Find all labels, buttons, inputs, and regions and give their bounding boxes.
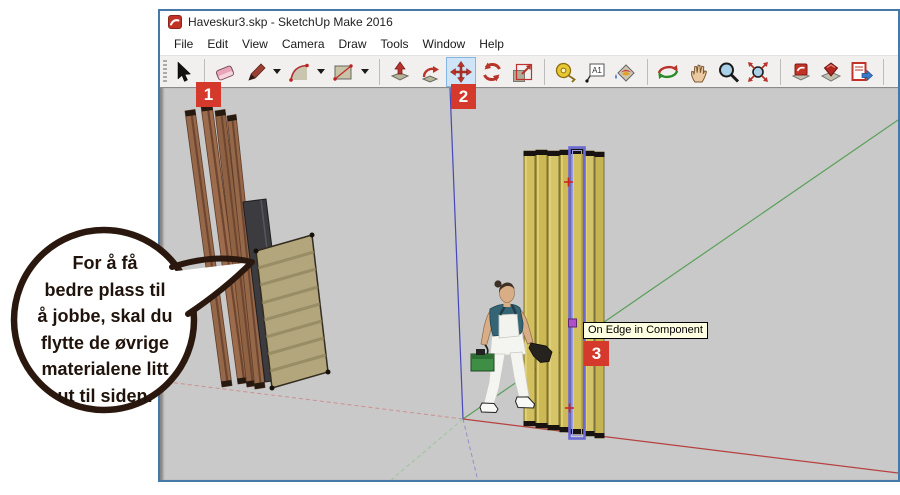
- rotate-tool-icon[interactable]: [478, 58, 506, 86]
- model-viewport[interactable]: [160, 88, 898, 480]
- stud: [535, 149, 548, 429]
- toolbar-separator: [379, 58, 380, 85]
- speech-bubble-text: For å få bedre plass til å jobbe, skal d…: [37, 253, 173, 406]
- toolbar-separator: [883, 58, 884, 85]
- title-bar: Haveskur3.skp - SketchUp Make 2016: [160, 11, 898, 33]
- toolbar-separator: [780, 58, 781, 85]
- rectangle-tool-dropdown[interactable]: [359, 58, 371, 86]
- stud-stack[interactable]: [523, 148, 605, 439]
- toolbar-grip[interactable]: [163, 59, 167, 84]
- pan-tool-icon[interactable]: [684, 58, 712, 86]
- menu-view[interactable]: View: [235, 35, 275, 53]
- sketchup-logo-icon: [168, 15, 182, 29]
- send-to-layout-icon[interactable]: [847, 58, 875, 86]
- red-axis: [462, 418, 898, 474]
- menu-camera[interactable]: Camera: [275, 35, 332, 53]
- line-tool-dropdown[interactable]: [271, 58, 283, 86]
- move-tool-icon[interactable]: [446, 56, 476, 87]
- select-tool-icon[interactable]: [168, 58, 196, 86]
- menu-window[interactable]: Window: [416, 35, 473, 53]
- zoom-tool-icon[interactable]: [714, 58, 742, 86]
- step-callout-3: 3: [584, 341, 609, 366]
- toolbar-separator: [544, 58, 545, 85]
- menu-help[interactable]: Help: [472, 35, 511, 53]
- menu-draw[interactable]: Draw: [332, 35, 374, 53]
- stud: [547, 150, 560, 431]
- stud: [594, 151, 605, 439]
- menu-edit[interactable]: Edit: [200, 35, 235, 53]
- scene-canvas: [160, 88, 898, 480]
- zoom-extents-tool-icon[interactable]: [744, 58, 772, 86]
- menu-bar: File Edit View Camera Draw Tools Window …: [160, 33, 898, 55]
- menu-file[interactable]: File: [167, 35, 200, 53]
- tutorial-page: { "window": { "title": "Haveskur3.skp - …: [0, 0, 900, 495]
- arc-tool-icon[interactable]: [285, 58, 313, 86]
- inference-point-marker: [568, 318, 577, 328]
- scale-tool-icon[interactable]: [508, 58, 536, 86]
- push-pull-tool-icon[interactable]: [386, 58, 414, 86]
- toolbar: A1: [160, 55, 898, 88]
- step-callout-2: 2: [451, 84, 476, 109]
- toolbar-separator: [204, 58, 205, 85]
- text-tool-icon[interactable]: A1: [581, 58, 609, 86]
- line-tool-icon[interactable]: [241, 58, 269, 86]
- toolbar-separator: [647, 58, 648, 85]
- tape-measure-tool-icon[interactable]: [551, 58, 579, 86]
- window-title: Haveskur3.skp - SketchUp Make 2016: [188, 15, 393, 29]
- arc-tool-dropdown[interactable]: [315, 58, 327, 86]
- text-tool-label: A1: [592, 66, 602, 75]
- inference-tooltip: On Edge in Component: [583, 322, 708, 339]
- share-model-icon[interactable]: [817, 58, 845, 86]
- orbit-tool-icon[interactable]: [654, 58, 682, 86]
- get-models-icon[interactable]: [787, 58, 815, 86]
- paint-bucket-tool-icon[interactable]: [611, 58, 639, 86]
- rectangle-tool-icon[interactable]: [329, 58, 357, 86]
- menu-tools[interactable]: Tools: [374, 35, 416, 53]
- follow-me-tool-icon[interactable]: [416, 58, 444, 86]
- blue-axis: [449, 88, 464, 420]
- step-callout-1: 1: [196, 82, 221, 107]
